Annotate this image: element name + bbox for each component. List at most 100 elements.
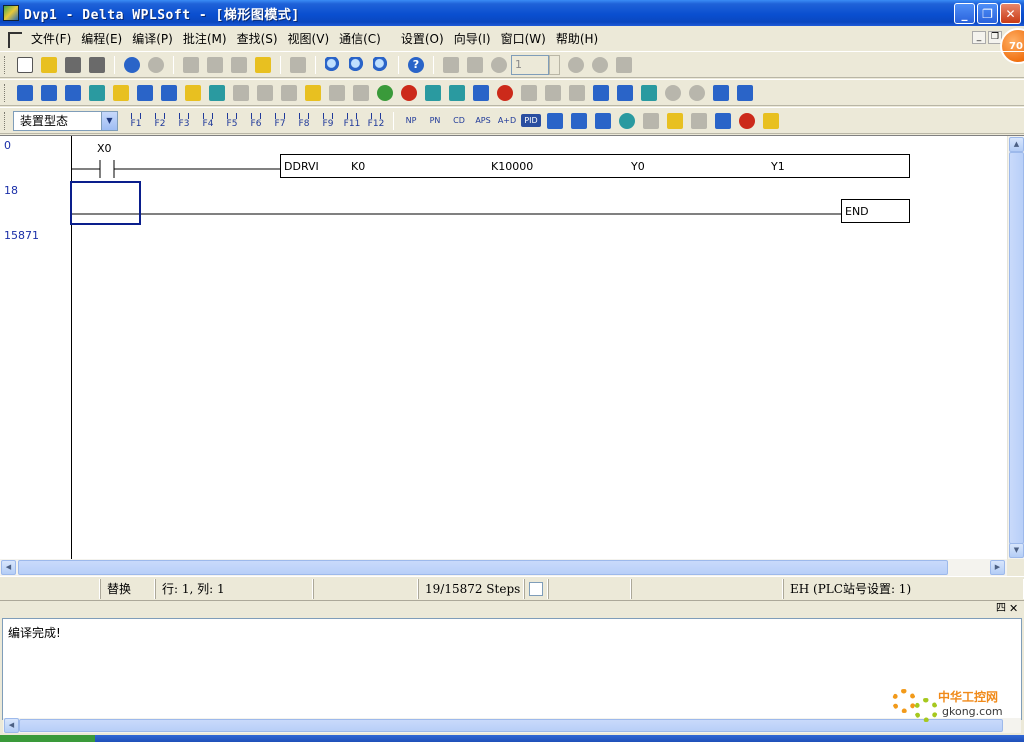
rung-insert-icon[interactable] [617, 84, 633, 101]
menu-edit[interactable]: 编程(E) [76, 30, 127, 47]
menu-wizard[interactable]: 向导(I) [449, 30, 496, 47]
menu-communication[interactable]: 通信(C) [334, 30, 386, 47]
ladder-insert-icon[interactable] [739, 112, 755, 129]
fkey-f2[interactable]: F2 [151, 113, 169, 129]
end-instruction-box[interactable]: END [841, 199, 910, 223]
horizontal-scrollbar[interactable]: ◀ ▶ [0, 559, 1007, 576]
comm-write-icon[interactable] [467, 56, 483, 73]
fkey-f1[interactable]: F1 [127, 113, 145, 129]
bar-icon[interactable] [715, 112, 731, 129]
gray-tool-icon[interactable] [353, 84, 369, 101]
minimize-button[interactable]: _ [954, 3, 975, 24]
refresh-icon[interactable] [592, 56, 608, 73]
connect-icon[interactable] [737, 84, 753, 101]
zoom-icon[interactable] [325, 56, 341, 73]
code-icon[interactable] [497, 84, 513, 101]
pn-button[interactable]: PN [425, 116, 445, 125]
save-icon[interactable] [65, 56, 81, 73]
status-checkbox[interactable] [529, 581, 543, 596]
fkey-f6[interactable]: F6 [247, 113, 265, 129]
fkey-f5[interactable]: F5 [223, 113, 241, 129]
fkey-f11[interactable]: F11 [343, 113, 361, 129]
gray-tool-icon[interactable] [329, 84, 345, 101]
sfc-icon[interactable] [89, 84, 105, 101]
help-icon[interactable]: ? [408, 56, 424, 73]
gray-tool-icon[interactable] [281, 84, 297, 101]
start-button[interactable] [0, 735, 95, 742]
gray-tool-icon[interactable] [569, 84, 585, 101]
jump-icon[interactable] [290, 56, 306, 73]
online-icon[interactable] [425, 84, 441, 101]
menu-search[interactable]: 查找(S) [232, 30, 283, 47]
output-horizontal-scrollbar[interactable]: ◀ [3, 718, 1021, 733]
gray-tool-icon[interactable] [233, 84, 249, 101]
chevron-down-icon[interactable]: ▼ [101, 111, 117, 130]
contact-label-x0[interactable]: X0 [97, 142, 112, 155]
a-plus-d-button[interactable]: A+D [497, 116, 517, 125]
paste-icon[interactable] [231, 56, 247, 73]
cd-button[interactable]: CD [449, 116, 469, 125]
restore-button[interactable]: ❐ [977, 3, 998, 24]
picture-icon[interactable] [641, 84, 657, 101]
zoom-out-icon[interactable] [373, 56, 389, 73]
comm-read-icon[interactable] [443, 56, 459, 73]
scroll-right-icon[interactable]: ▶ [990, 560, 1005, 575]
ladder-icon[interactable] [41, 84, 57, 101]
register-icon[interactable] [185, 84, 201, 101]
scroll-left-icon[interactable]: ◀ [1, 560, 16, 575]
menu-compile[interactable]: 编译(P) [127, 30, 178, 47]
fkey-f12[interactable]: F12 [367, 113, 385, 129]
gray-tool-icon[interactable] [257, 84, 273, 101]
device-comment-icon[interactable] [137, 84, 153, 101]
monitor-icon[interactable] [491, 56, 507, 73]
stop-icon[interactable] [568, 56, 584, 73]
menu-view[interactable]: 视图(V) [283, 30, 335, 47]
new-file-icon[interactable] [17, 56, 33, 73]
output-scroll-thumb[interactable] [19, 719, 1003, 732]
zoom-in-icon[interactable] [349, 56, 365, 73]
fkey-f3[interactable]: F3 [175, 113, 193, 129]
ddrvi-instruction-box[interactable]: DDRVI K0 K10000 Y0 Y1 [280, 154, 910, 178]
save-all-icon[interactable] [89, 56, 105, 73]
envelope-icon[interactable] [667, 112, 683, 129]
app-icon[interactable] [3, 5, 19, 21]
close-output-icon[interactable]: ✕ [1009, 603, 1021, 616]
step-spinner[interactable] [549, 54, 560, 75]
eraser-icon[interactable] [255, 56, 271, 73]
program-icon[interactable] [305, 84, 321, 101]
download-icon[interactable] [449, 84, 465, 101]
code-gray-icon[interactable] [521, 84, 537, 101]
redo-icon[interactable] [148, 56, 164, 73]
instruction-list-icon[interactable] [65, 84, 81, 101]
scroll-left-icon[interactable]: ◀ [4, 718, 19, 733]
bank-icon[interactable] [763, 112, 779, 129]
gray-lens-icon[interactable] [665, 84, 681, 101]
device-type-select[interactable]: 装置型态 ▼ [13, 110, 118, 131]
counter-icon[interactable] [547, 112, 563, 129]
undo-icon[interactable] [124, 56, 140, 73]
horizontal-scroll-thumb[interactable] [18, 560, 948, 575]
menu-help[interactable]: 帮助(H) [551, 30, 603, 47]
menu-comment[interactable]: 批注(M) [178, 30, 232, 47]
network-icon[interactable] [713, 84, 729, 101]
rung-icon[interactable] [593, 84, 609, 101]
gray-tool-icon[interactable] [691, 112, 707, 129]
np-button[interactable]: NP [401, 116, 421, 125]
fkey-f4[interactable]: F4 [199, 113, 217, 129]
cut-icon[interactable] [183, 56, 199, 73]
fkey-f8[interactable]: F8 [295, 113, 313, 129]
gray-lens-icon[interactable] [689, 84, 705, 101]
menu-window[interactable]: 窗口(W) [496, 30, 551, 47]
scroll-down-icon[interactable]: ▼ [1009, 543, 1024, 558]
pin-icon[interactable]: 四 [996, 603, 1008, 616]
shift-icon[interactable] [595, 112, 611, 129]
fkey-f9[interactable]: F9 [319, 113, 337, 129]
stop-plc-icon[interactable] [401, 84, 417, 101]
copy-icon[interactable] [207, 56, 223, 73]
scroll-up-icon[interactable]: ▲ [1009, 137, 1024, 152]
close-button[interactable]: ✕ [1000, 3, 1021, 24]
rotate-icon[interactable] [616, 56, 632, 73]
menu-options[interactable]: 设置(O) [396, 30, 449, 47]
gray-tool-icon[interactable] [545, 84, 561, 101]
vertical-scroll-thumb[interactable] [1009, 152, 1024, 544]
